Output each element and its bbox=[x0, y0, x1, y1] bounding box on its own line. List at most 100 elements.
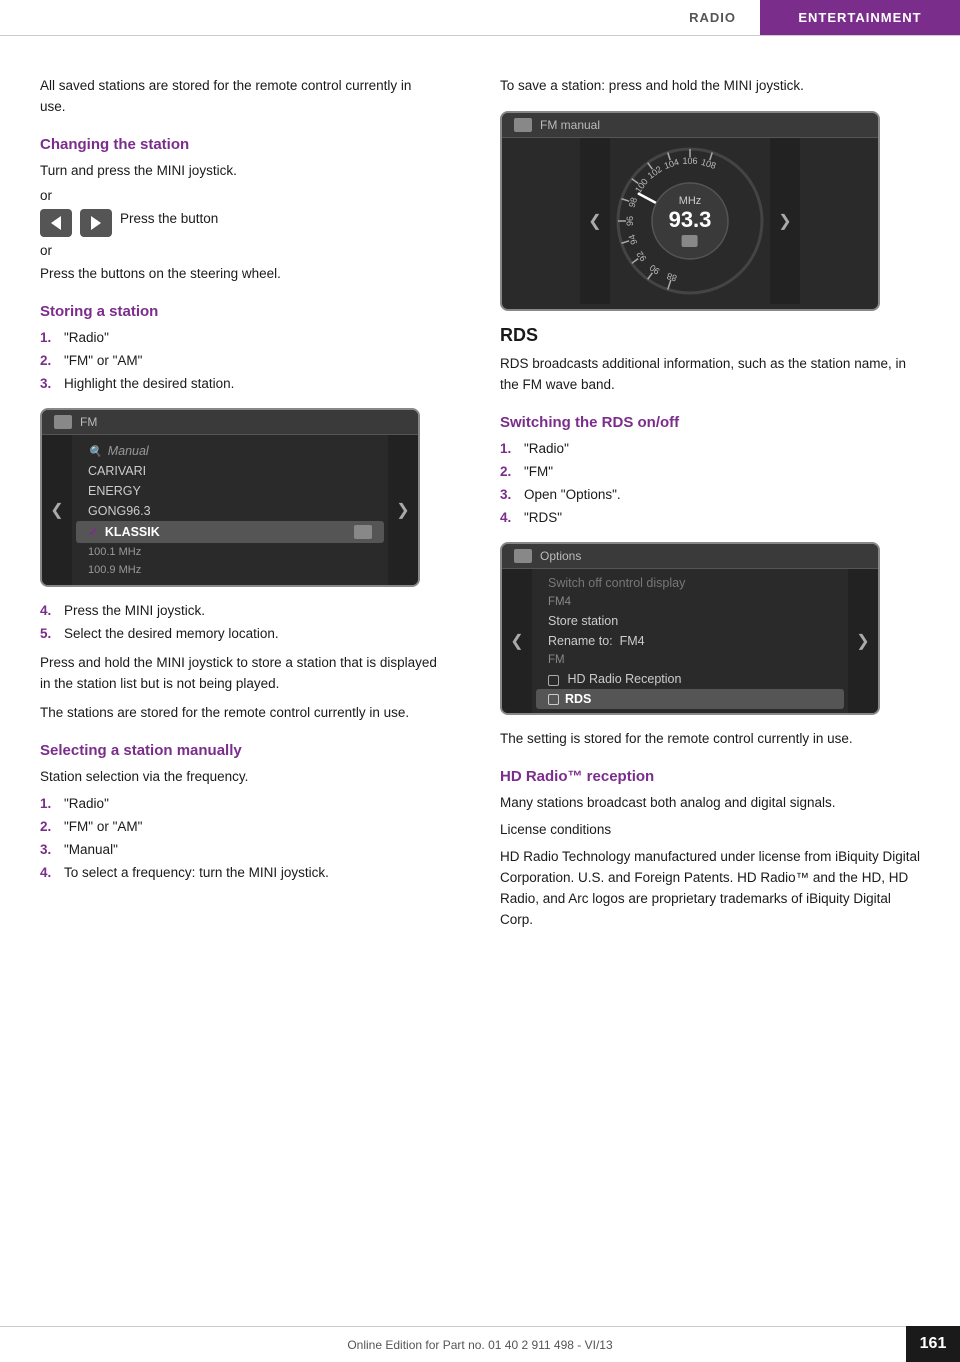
screen-right-btn[interactable]: ❯ bbox=[388, 435, 418, 585]
svg-text:98: 98 bbox=[627, 196, 640, 209]
dial-right-btn[interactable]: ❯ bbox=[770, 138, 800, 304]
rds-text: RDS broadcasts additional information, s… bbox=[500, 354, 920, 396]
check-icon: ✓ bbox=[88, 524, 99, 540]
storing-station-heading: Storing a station bbox=[40, 303, 440, 320]
station-list-screen: FM ❮ 🔍 Manual CARIVARI ENERGY GONG96.3 ✓ bbox=[40, 408, 420, 587]
list-item: 4.Press the MINI joystick. bbox=[40, 601, 440, 622]
options-screen-label: Options bbox=[540, 549, 581, 563]
dial-left-icon: ❮ bbox=[588, 211, 601, 231]
list-item: 2."FM" or "AM" bbox=[40, 817, 440, 838]
svg-text:90: 90 bbox=[648, 262, 662, 276]
screen-left-btn[interactable]: ❮ bbox=[42, 435, 72, 585]
options-list: Switch off control display FM4 Store sta… bbox=[532, 569, 848, 713]
list-item: 1."Radio" bbox=[40, 328, 440, 349]
entertainment-text: ENTERTAINMENT bbox=[798, 10, 921, 25]
list-item: 4.To select a frequency: turn the MINI j… bbox=[40, 863, 440, 884]
options-left-icon: ❮ bbox=[510, 631, 523, 651]
list-item: 🔍 Manual bbox=[72, 441, 388, 461]
freq-value: 93.3 bbox=[669, 207, 712, 233]
press-steering-text: Press the buttons on the steering wheel. bbox=[40, 264, 440, 285]
options-body: ❮ Switch off control display FM4 Store s… bbox=[502, 569, 878, 713]
header-radio-label: RADIO bbox=[665, 0, 760, 35]
list-item: FM4 bbox=[532, 593, 848, 611]
screen-header-label: FM bbox=[80, 415, 97, 429]
options-screen-icon bbox=[514, 549, 532, 563]
selecting-intro: Station selection via the frequency. bbox=[40, 767, 440, 788]
hd-p1: Many stations broadcast both analog and … bbox=[500, 793, 920, 814]
store-icon bbox=[354, 525, 372, 539]
switching-steps: 1."Radio" 2."FM" 3.Open "Options". 4."RD… bbox=[500, 439, 920, 529]
rds-checkbox[interactable] bbox=[548, 694, 559, 705]
screen-header-icon bbox=[54, 415, 72, 429]
dial-right-icon: ❯ bbox=[778, 211, 791, 231]
hd-radio-heading: HD Radio™ reception bbox=[500, 768, 920, 785]
svg-text:102: 102 bbox=[646, 164, 664, 181]
options-left-btn[interactable]: ❮ bbox=[502, 569, 532, 713]
left-arrow-icon bbox=[51, 216, 61, 230]
list-item: 4."RDS" bbox=[500, 508, 920, 529]
button-row: Press the button bbox=[40, 209, 440, 237]
search-icon: 🔍 bbox=[88, 445, 102, 458]
list-item: GONG96.3 bbox=[72, 501, 388, 521]
storing-steps-1: 1."Radio" 2."FM" or "AM" 3.Highlight the… bbox=[40, 328, 440, 395]
press-button-label: Press the button bbox=[120, 209, 218, 230]
list-item: 1."Radio" bbox=[40, 794, 440, 815]
footer-text: Online Edition for Part no. 01 40 2 911 … bbox=[347, 1338, 612, 1352]
rds-setting-note: The setting is stored for the remote con… bbox=[500, 729, 920, 750]
list-item: 1."Radio" bbox=[500, 439, 920, 460]
chevron-left-icon: ❮ bbox=[50, 500, 63, 520]
left-column: All saved stations are stored for the re… bbox=[0, 76, 480, 977]
svg-text:94: 94 bbox=[627, 233, 640, 246]
list-item: Switch off control display bbox=[532, 573, 848, 593]
selecting-station-heading: Selecting a station manually bbox=[40, 742, 440, 759]
svg-text:104: 104 bbox=[663, 157, 680, 171]
changing-p1: Turn and press the MINI joystick. bbox=[40, 161, 440, 182]
list-item: 100.9 MHz bbox=[72, 561, 388, 579]
chevron-right-icon: ❯ bbox=[396, 500, 409, 520]
save-station-text: To save a station: press and hold the MI… bbox=[500, 76, 920, 97]
list-item: 3.Open "Options". bbox=[500, 485, 920, 506]
screen-body: ❮ 🔍 Manual CARIVARI ENERGY GONG96.3 ✓ KL… bbox=[42, 435, 418, 585]
list-item: CARIVARI bbox=[72, 461, 388, 481]
dial-area: ❮ 88 90 92 bbox=[502, 138, 878, 304]
options-right-icon: ❯ bbox=[856, 631, 869, 651]
radio-text: RADIO bbox=[689, 10, 736, 25]
list-item: ENERGY bbox=[72, 481, 388, 501]
freq-store-icon bbox=[682, 235, 698, 247]
list-item: 2."FM" or "AM" bbox=[40, 351, 440, 372]
page-content: All saved stations are stored for the re… bbox=[0, 36, 960, 977]
svg-text:106: 106 bbox=[682, 156, 697, 166]
list-item: 100.1 MHz bbox=[72, 543, 388, 561]
next-button[interactable] bbox=[80, 209, 112, 237]
page-footer: Online Edition for Part no. 01 40 2 911 … bbox=[0, 1326, 960, 1362]
page-header: RADIO ENTERTAINMENT bbox=[0, 0, 960, 36]
options-screen-header: Options bbox=[502, 544, 878, 569]
list-item: 3.Highlight the desired station. bbox=[40, 374, 440, 395]
dial-left-btn[interactable]: ❮ bbox=[580, 138, 610, 304]
freq-display: MHz 93.3 bbox=[669, 195, 712, 247]
freq-mhz-label: MHz bbox=[669, 195, 712, 207]
dial-screen-header: FM manual bbox=[502, 113, 878, 138]
rds-heading: RDS bbox=[500, 325, 920, 346]
list-item-highlighted: ✓ KLASSIK bbox=[76, 521, 384, 543]
checkbox-hd-radio[interactable] bbox=[548, 675, 559, 686]
storing-note-2: The stations are stored for the remote c… bbox=[40, 703, 440, 724]
screen-list: 🔍 Manual CARIVARI ENERGY GONG96.3 ✓ KLAS… bbox=[72, 435, 388, 585]
screen-header: FM bbox=[42, 410, 418, 435]
options-right-btn[interactable]: ❯ bbox=[848, 569, 878, 713]
list-item: 3."Manual" bbox=[40, 840, 440, 861]
list-item-rds: RDS bbox=[536, 689, 844, 709]
prev-button[interactable] bbox=[40, 209, 72, 237]
storing-note-1: Press and hold the MINI joystick to stor… bbox=[40, 653, 440, 695]
fm-dial-screen: FM manual ❮ 88 90 bbox=[500, 111, 880, 311]
right-arrow-icon bbox=[91, 216, 101, 230]
selecting-steps: 1."Radio" 2."FM" or "AM" 3."Manual" 4.To… bbox=[40, 794, 440, 884]
list-item: HD Radio Reception bbox=[532, 669, 848, 689]
list-item: Rename to: FM4 bbox=[532, 631, 848, 651]
dial-screen-label: FM manual bbox=[540, 118, 600, 132]
hd-p3: HD Radio Technology manufactured under l… bbox=[500, 847, 920, 931]
dial-screen-icon bbox=[514, 118, 532, 132]
hd-p2: License conditions bbox=[500, 820, 920, 841]
header-entertainment-label: ENTERTAINMENT bbox=[760, 0, 960, 35]
storing-steps-2: 4.Press the MINI joystick. 5.Select the … bbox=[40, 601, 440, 645]
